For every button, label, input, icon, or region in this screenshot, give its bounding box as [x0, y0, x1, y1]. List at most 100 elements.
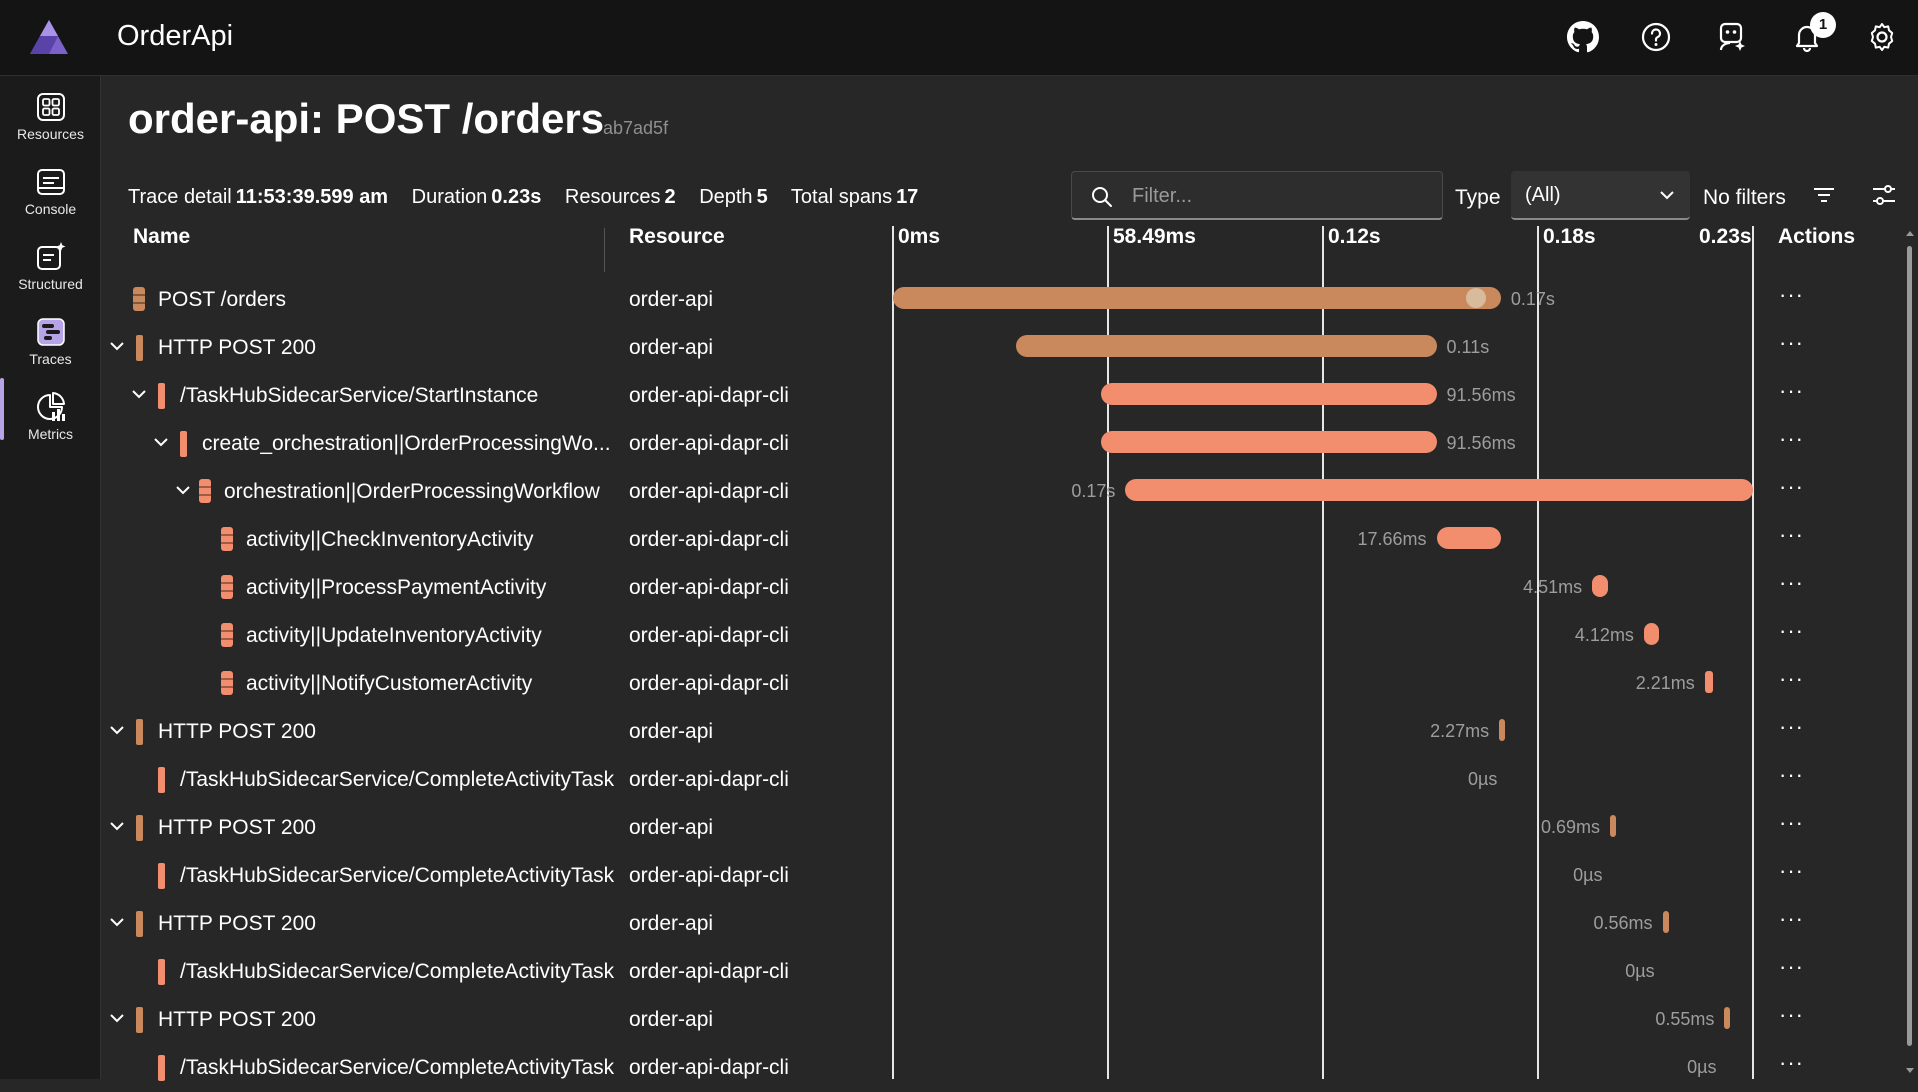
console-icon	[36, 169, 65, 195]
span-duration-bar[interactable]	[1662, 911, 1669, 933]
more-actions-button[interactable]: ···	[1779, 570, 1804, 596]
no-filters-label: No filters	[1703, 186, 1786, 209]
help-icon[interactable]	[1637, 18, 1675, 56]
span-duration-bar[interactable]	[893, 287, 1501, 309]
span-duration-bar[interactable]	[1436, 527, 1501, 549]
span-row[interactable]: POST /orders order-api 0.17s ···	[101, 276, 1901, 324]
span-name: POST /orders	[158, 288, 286, 311]
more-actions-button[interactable]: ···	[1779, 762, 1804, 788]
span-color-marker	[180, 431, 187, 457]
filter-icon[interactable]	[1811, 183, 1837, 207]
chevron-down-icon[interactable]	[107, 720, 127, 740]
span-row[interactable]: /TaskHubSidecarService/CompleteActivityT…	[101, 756, 1901, 804]
nav-traces[interactable]: Traces	[0, 309, 101, 379]
span-row[interactable]: /TaskHubSidecarService/CompleteActivityT…	[101, 948, 1901, 996]
chevron-down-icon[interactable]	[151, 432, 171, 452]
more-actions-button[interactable]: ···	[1779, 810, 1804, 836]
span-row[interactable]: HTTP POST 200 order-api 2.27ms ···	[101, 708, 1901, 756]
span-duration-bar[interactable]	[1609, 815, 1616, 837]
span-row[interactable]: activity||NotifyCustomerActivity order-ap…	[101, 660, 1901, 708]
span-row[interactable]: activity||CheckInventoryActivity order-ap…	[101, 516, 1901, 564]
scroll-up-icon[interactable]	[1904, 228, 1916, 238]
more-actions-button[interactable]: ···	[1779, 666, 1804, 692]
span-db-icon	[199, 479, 211, 503]
depth-label: Depth	[699, 186, 753, 208]
span-row[interactable]: HTTP POST 200 order-api 0.56ms ···	[101, 900, 1901, 948]
span-row[interactable]: /TaskHubSidecarService/StartInstance orde…	[101, 372, 1901, 420]
github-icon[interactable]	[1564, 18, 1602, 56]
span-duration-bar[interactable]	[1499, 719, 1506, 741]
span-name: create_orchestration||OrderProcessingWo.…	[202, 432, 611, 455]
span-row[interactable]: /TaskHubSidecarService/CompleteActivityT…	[101, 1044, 1901, 1092]
span-row[interactable]: /TaskHubSidecarService/CompleteActivityT…	[101, 852, 1901, 900]
side-nav: Resources Console Structured Traces Metr…	[0, 76, 101, 1079]
span-duration-label: 0.56ms	[1593, 913, 1653, 933]
span-duration-label: 0µs	[1687, 1057, 1717, 1077]
chevron-down-icon[interactable]	[129, 384, 149, 404]
more-actions-button[interactable]: ···	[1779, 378, 1804, 404]
nav-structured[interactable]: Structured	[0, 234, 101, 304]
span-duration-bar[interactable]	[1015, 335, 1437, 357]
span-row[interactable]: HTTP POST 200 order-api 0.11s ···	[101, 324, 1901, 372]
settings-icon[interactable]	[1863, 18, 1901, 56]
column-divider[interactable]	[604, 228, 605, 272]
span-color-marker	[136, 911, 143, 937]
scrollbar-thumb[interactable]	[1907, 246, 1912, 1046]
span-event-marker[interactable]	[1466, 288, 1486, 308]
chevron-down-icon[interactable]	[107, 912, 127, 932]
span-name: HTTP POST 200	[158, 720, 316, 743]
resources-label: Resources	[564, 186, 661, 208]
span-duration-bar[interactable]	[1592, 575, 1609, 597]
trace-detail-label: Trace detail	[128, 186, 232, 208]
trace-id: ab7ad5f	[603, 118, 669, 138]
type-select[interactable]: (All)	[1511, 171, 1690, 220]
more-actions-button[interactable]: ···	[1779, 330, 1804, 356]
total-spans-label: Total spans	[790, 186, 893, 208]
more-actions-button[interactable]: ···	[1779, 618, 1804, 644]
span-row[interactable]: HTTP POST 200 order-api 0.69ms ···	[101, 804, 1901, 852]
nav-metrics[interactable]: Metrics	[0, 384, 101, 454]
more-actions-button[interactable]: ···	[1779, 954, 1804, 980]
scroll-down-icon[interactable]	[1904, 1066, 1916, 1076]
nav-resources[interactable]: Resources	[0, 84, 101, 154]
chevron-down-icon[interactable]	[107, 1008, 127, 1028]
column-settings-icon[interactable]	[1870, 182, 1898, 208]
span-row[interactable]: orchestration||OrderProcessingWorkflow or…	[101, 468, 1901, 516]
resources-icon	[36, 93, 65, 121]
span-row[interactable]: activity||UpdateInventoryActivity order-a…	[101, 612, 1901, 660]
span-name: orchestration||OrderProcessingWorkflow	[224, 480, 600, 503]
nav-console[interactable]: Console	[0, 159, 101, 229]
span-duration-bar[interactable]	[1643, 623, 1659, 645]
column-header-resource[interactable]: Resource	[629, 225, 725, 277]
more-actions-button[interactable]: ···	[1779, 282, 1804, 308]
more-actions-button[interactable]: ···	[1779, 474, 1804, 500]
filter-input[interactable]	[1132, 182, 1422, 210]
span-color-marker	[158, 959, 165, 985]
more-actions-button[interactable]: ···	[1779, 906, 1804, 932]
more-actions-button[interactable]: ···	[1779, 1050, 1804, 1076]
metrics-icon	[36, 392, 65, 421]
search-icon	[1092, 187, 1112, 207]
span-duration-bar[interactable]	[1125, 479, 1753, 501]
span-row[interactable]: HTTP POST 200 order-api 0.55ms ···	[101, 996, 1901, 1044]
column-header-name[interactable]: Name	[133, 225, 190, 277]
more-actions-button[interactable]: ···	[1779, 522, 1804, 548]
span-row[interactable]: create_orchestration||OrderProcessingWo.…	[101, 420, 1901, 468]
chat-sparkle-icon[interactable]	[1713, 18, 1751, 56]
chevron-down-icon[interactable]	[107, 336, 127, 356]
span-name: /TaskHubSidecarService/CompleteActivityT…	[180, 960, 615, 983]
more-actions-button[interactable]: ···	[1779, 1002, 1804, 1028]
span-duration-bar[interactable]	[1101, 383, 1437, 405]
span-duration-bar[interactable]	[1724, 1007, 1731, 1029]
span-color-marker	[158, 383, 165, 409]
more-actions-button[interactable]: ···	[1779, 858, 1804, 884]
more-actions-button[interactable]: ···	[1779, 714, 1804, 740]
chevron-down-icon[interactable]	[173, 480, 193, 500]
span-duration-label: 0.17s	[1071, 481, 1116, 501]
span-duration-bar[interactable]	[1101, 431, 1437, 453]
span-duration-bar[interactable]	[1704, 671, 1713, 693]
chevron-down-icon[interactable]	[107, 816, 127, 836]
aspire-logo-icon[interactable]	[28, 18, 70, 56]
more-actions-button[interactable]: ···	[1779, 426, 1804, 452]
span-row[interactable]: activity||ProcessPaymentActivity order-ap…	[101, 564, 1901, 612]
